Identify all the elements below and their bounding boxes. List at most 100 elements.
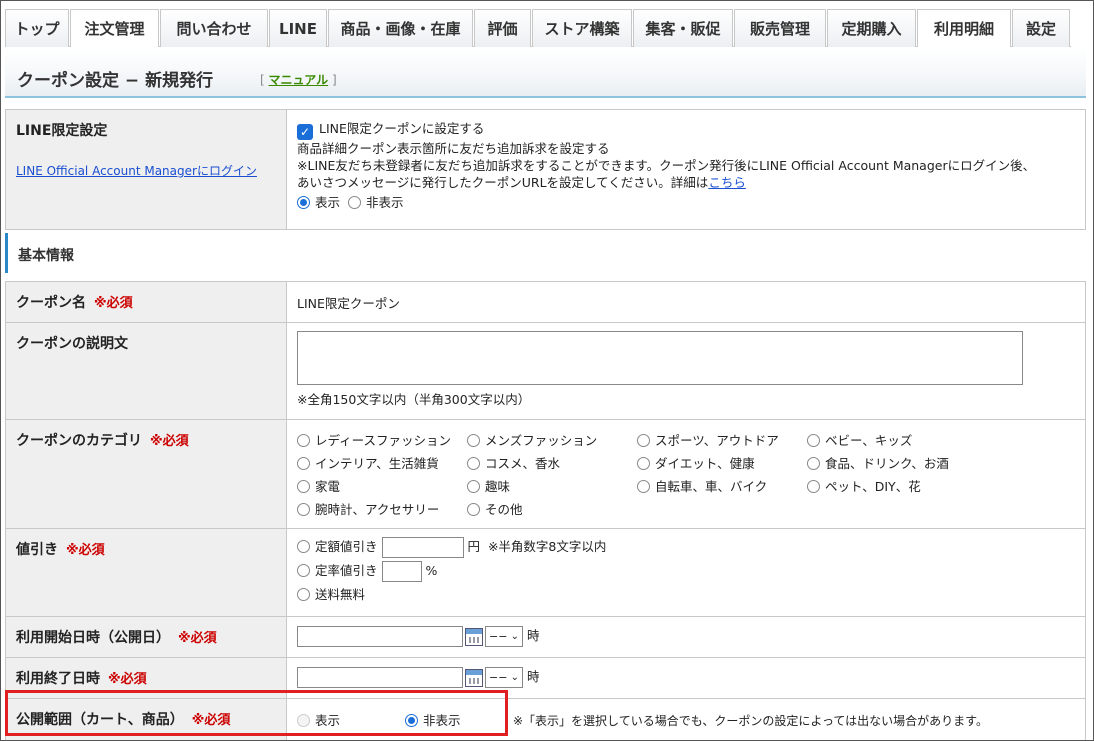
tab-line[interactable]: LINE xyxy=(269,9,327,47)
category-option-label: 食品、ドリンク、お酒 xyxy=(825,456,949,471)
free-shipping-radio[interactable] xyxy=(297,588,310,601)
scope-cell: 表示 非表示 ※「表示」を選択している場合でも、クーポンの設定によっては出ない場合が… xyxy=(286,698,1086,740)
tab-products[interactable]: 商品・画像・在庫 xyxy=(328,9,473,47)
end-date-input[interactable] xyxy=(297,667,463,688)
rate-discount-input[interactable] xyxy=(381,561,422,582)
description-label: クーポンの説明文 xyxy=(16,336,128,352)
description-hint: ※全角150文字以内（半角300文字以内） xyxy=(297,392,531,407)
radio-icon[interactable] xyxy=(297,434,310,447)
radio-icon[interactable] xyxy=(297,457,310,470)
calendar-icon[interactable] xyxy=(465,627,483,646)
end-hour-select[interactable]: −− ⌄ xyxy=(485,667,523,688)
line-settings-header: LINE限定設定 LINE Official Account Managerにロ… xyxy=(5,109,287,230)
tab-inquiry[interactable]: 問い合わせ xyxy=(160,9,268,47)
scope-hide-label: 非表示 xyxy=(423,713,461,728)
hour-unit: 時 xyxy=(526,628,540,643)
required-mark: ※必須 xyxy=(191,713,231,728)
line-coupon-checkbox-label: LINE限定クーポンに設定する xyxy=(319,121,485,136)
description-cell: ※全角150文字以内（半角300文字以内） xyxy=(286,322,1086,420)
discount-cell: 定額値引き 円 ※半角数字8文字以内 定率値引き % 送料無料 xyxy=(286,528,1086,617)
category-option[interactable]: ベビー、キッズ xyxy=(807,430,977,449)
category-option[interactable]: その他 xyxy=(467,499,637,518)
category-option[interactable]: レディースファッション xyxy=(297,430,467,449)
category-option[interactable]: ダイエット、健康 xyxy=(637,453,807,472)
line-oam-login-link[interactable]: LINE Official Account Managerにログイン xyxy=(16,164,257,178)
category-options: レディースファッション メンズファッション スポーツ、アウトドア ベビー、キッズ… xyxy=(297,430,1075,518)
line-settings-body: ✓ LINE限定クーポンに設定する 商品詳細クーポン表示箇所に友だち追加訴求を設定… xyxy=(286,109,1086,230)
tab-marketing[interactable]: 集客・販促 xyxy=(633,9,733,47)
coupon-name-label: クーポン名 xyxy=(16,295,86,311)
start-date-cell: −− ⌄ 時 xyxy=(286,616,1086,658)
radio-icon[interactable] xyxy=(807,434,820,447)
fixed-discount-input[interactable] xyxy=(381,537,464,558)
start-date-header: 利用開始日時（公開日） ※必須 xyxy=(5,616,287,658)
tab-usage[interactable]: 利用明細 xyxy=(917,9,1011,47)
category-option-label: メンズファッション xyxy=(485,433,598,448)
line-hide-radio[interactable] xyxy=(348,196,361,209)
manual-link-wrapper: [ マニュアル ] xyxy=(260,71,337,88)
checkbox-checked-icon[interactable]: ✓ xyxy=(297,124,313,140)
line-desc-1: 商品詳細クーポン表示箇所に友だち追加訴求を設定する xyxy=(297,141,610,156)
radio-icon[interactable] xyxy=(467,457,480,470)
radio-icon[interactable] xyxy=(637,457,650,470)
category-option[interactable]: 趣味 xyxy=(467,476,637,495)
scope-show-radio[interactable] xyxy=(297,714,310,727)
hour-unit: 時 xyxy=(526,669,540,684)
category-option-label: 家電 xyxy=(315,479,341,494)
tab-settings[interactable]: 設定 xyxy=(1012,9,1070,47)
radio-icon[interactable] xyxy=(807,480,820,493)
fixed-discount-radio[interactable] xyxy=(297,540,310,553)
category-option-label: その他 xyxy=(485,502,523,517)
category-option[interactable]: 食品、ドリンク、お酒 xyxy=(807,453,977,472)
category-option[interactable]: メンズファッション xyxy=(467,430,637,449)
radio-icon[interactable] xyxy=(467,480,480,493)
radio-icon[interactable] xyxy=(467,434,480,447)
radio-icon[interactable] xyxy=(637,434,650,447)
page-title: クーポン設定 − 新規発行 xyxy=(17,71,214,91)
radio-icon[interactable] xyxy=(807,457,820,470)
calendar-icon[interactable] xyxy=(465,668,483,687)
discount-header: 値引き ※必須 xyxy=(5,528,287,617)
free-shipping-label: 送料無料 xyxy=(315,587,366,602)
radio-icon[interactable] xyxy=(467,503,480,516)
category-option-label: ペット、DIY、花 xyxy=(825,479,921,494)
tab-top[interactable]: トップ xyxy=(5,9,69,47)
tab-store-build[interactable]: ストア構築 xyxy=(532,9,632,47)
description-textarea[interactable] xyxy=(297,331,1023,385)
basic-info-table: クーポン名 ※必須 LINE限定クーポン クーポンの説明文 ※全角150文字以内（… xyxy=(5,281,1086,740)
start-date-label: 利用開始日時（公開日） xyxy=(16,630,170,646)
category-option-label: ダイエット、健康 xyxy=(655,456,755,471)
category-option[interactable]: ペット、DIY、花 xyxy=(807,476,977,495)
details-link[interactable]: こちら xyxy=(708,175,746,190)
start-hour-select[interactable]: −− ⌄ xyxy=(485,626,523,647)
line-hide-label: 非表示 xyxy=(366,195,404,210)
tab-subscription[interactable]: 定期購入 xyxy=(827,9,916,47)
tab-orders[interactable]: 注文管理 xyxy=(70,9,159,47)
scope-hide-radio[interactable] xyxy=(405,714,418,727)
radio-icon[interactable] xyxy=(297,503,310,516)
category-option-label: ベビー、キッズ xyxy=(825,433,913,448)
category-option[interactable]: 腕時計、アクセサリー xyxy=(297,499,467,518)
category-option[interactable]: スポーツ、アウトドア xyxy=(637,430,807,449)
basic-info-heading: 基本情報 xyxy=(5,233,1086,273)
scope-show-label: 表示 xyxy=(315,713,341,728)
end-date-cell: −− ⌄ 時 xyxy=(286,657,1086,699)
category-option-label: 趣味 xyxy=(485,479,511,494)
category-option[interactable]: 家電 xyxy=(297,476,467,495)
tab-sales[interactable]: 販売管理 xyxy=(734,9,826,47)
manual-link[interactable]: マニュアル xyxy=(269,73,329,87)
start-date-input[interactable] xyxy=(297,626,463,647)
category-option[interactable]: インテリア、生活雑貨 xyxy=(297,453,467,472)
radio-icon[interactable] xyxy=(637,480,650,493)
scope-label: 公開範囲（カート、商品） xyxy=(16,712,184,728)
manual-bracket-close: ] xyxy=(331,73,337,87)
end-date-label: 利用終了日時 xyxy=(16,671,100,687)
category-option[interactable]: 自転車、車、バイク xyxy=(637,476,807,495)
tab-reviews[interactable]: 評価 xyxy=(474,9,531,47)
line-show-radio[interactable] xyxy=(297,196,310,209)
category-option-label: インテリア、生活雑貨 xyxy=(315,456,439,471)
line-desc-2: ※LINE友だち未登録者に友だち追加訴求をすることができます。クーポン発行後にL… xyxy=(297,158,1036,173)
rate-discount-radio[interactable] xyxy=(297,564,310,577)
category-option[interactable]: コスメ、香水 xyxy=(467,453,637,472)
radio-icon[interactable] xyxy=(297,480,310,493)
